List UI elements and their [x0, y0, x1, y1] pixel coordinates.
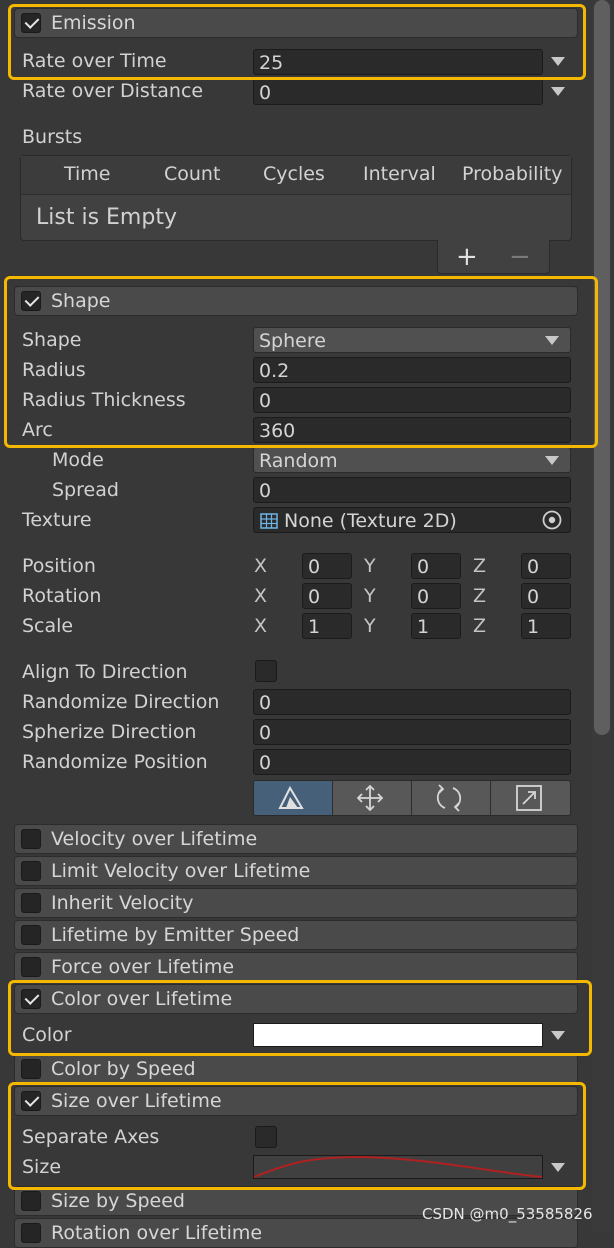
align-to-direction-checkbox[interactable]: [255, 660, 277, 682]
inherit-velocity-header[interactable]: Inherit Velocity: [14, 888, 578, 918]
rotation-y-field[interactable]: 0: [411, 583, 461, 609]
bursts-empty-text: List is Empty: [36, 205, 177, 230]
color-by-speed-title: Color by Speed: [51, 1058, 196, 1080]
limit-velocity-over-lifetime-checkbox[interactable]: [21, 861, 41, 881]
force-over-lifetime-checkbox[interactable]: [21, 957, 41, 977]
bursts-column-probability: Probability: [462, 163, 563, 185]
position-y-field[interactable]: 0: [411, 553, 461, 579]
position-x-axis-label: X: [254, 555, 268, 577]
size-by-speed-title: Size by Speed: [51, 1190, 185, 1212]
align-to-direction-label: Align To Direction: [22, 661, 188, 683]
bursts-label: Bursts: [22, 126, 83, 148]
scale-z-field[interactable]: 1: [521, 613, 571, 639]
arc-mode-chevron-down-icon: [545, 456, 559, 465]
size-over-lifetime-highlight-box: [8, 1082, 586, 1190]
lifetime-by-emitter-speed-checkbox[interactable]: [21, 925, 41, 945]
position-label: Position: [22, 555, 96, 577]
scale-x-field[interactable]: 1: [302, 613, 352, 639]
velocity-over-lifetime-checkbox[interactable]: [21, 829, 41, 849]
force-over-lifetime-header[interactable]: Force over Lifetime: [14, 952, 578, 982]
rotation-over-lifetime-title: Rotation over Lifetime: [51, 1222, 263, 1244]
bursts-remove-icon[interactable]: −: [509, 242, 531, 272]
rotation-x-field[interactable]: 0: [302, 583, 352, 609]
arc-mode-dropdown[interactable]: Random: [253, 447, 571, 473]
color-by-speed-header[interactable]: Color by Speed: [14, 1054, 578, 1084]
rotation-z-axis-label: Z: [473, 585, 487, 607]
bursts-footer: [437, 240, 550, 274]
scale-label: Scale: [22, 615, 74, 637]
lifetime-by-emitter-speed-header[interactable]: Lifetime by Emitter Speed: [14, 920, 578, 950]
color-over-lifetime-highlight-box: [8, 980, 592, 1056]
object-picker-icon[interactable]: [540, 509, 564, 531]
bursts-add-icon[interactable]: +: [456, 242, 478, 272]
position-y-axis-label: Y: [364, 555, 376, 577]
rotation-label: Rotation: [22, 585, 102, 607]
arc-spread-label: Spread: [52, 479, 119, 501]
scale-z-axis-label: Z: [473, 615, 487, 637]
rotate-arrows-icon: [436, 784, 462, 812]
scale-y-field[interactable]: 1: [411, 613, 461, 639]
velocity-over-lifetime-header[interactable]: Velocity over Lifetime: [14, 824, 578, 854]
scale-x-axis-label: X: [254, 615, 268, 637]
randomize-direction-field[interactable]: 0: [253, 689, 571, 715]
texture-object-field[interactable]: None (Texture 2D): [253, 507, 571, 533]
edit-shape-icon: [278, 785, 304, 809]
scale-y-axis-label: Y: [364, 615, 376, 637]
texture-2d-icon: [260, 513, 278, 529]
limit-velocity-over-lifetime-title: Limit Velocity over Lifetime: [51, 860, 311, 882]
randomize-position-label: Randomize Position: [22, 751, 208, 773]
size-by-speed-checkbox[interactable]: [21, 1191, 41, 1211]
emission-highlight-box: [8, 4, 586, 80]
texture-label: Texture: [22, 509, 92, 531]
randomize-direction-label: Randomize Direction: [22, 691, 220, 713]
rotation-x-axis-label: X: [254, 585, 268, 607]
inherit-velocity-title: Inherit Velocity: [51, 892, 194, 914]
rotation-y-axis-label: Y: [364, 585, 376, 607]
spherize-direction-field[interactable]: 0: [253, 719, 571, 745]
rate-over-distance-curve-dropdown-icon[interactable]: [551, 87, 565, 96]
arc-spread-field[interactable]: 0: [253, 477, 571, 503]
rate-over-distance-label: Rate over Distance: [22, 80, 204, 102]
position-z-field[interactable]: 0: [521, 553, 571, 579]
bursts-column-time: Time: [64, 163, 111, 185]
bursts-column-cycles: Cycles: [263, 163, 325, 185]
move-arrows-icon: [356, 784, 384, 812]
rotation-over-lifetime-checkbox[interactable]: [21, 1223, 41, 1243]
position-z-axis-label: Z: [473, 555, 487, 577]
position-x-field[interactable]: 0: [302, 553, 352, 579]
limit-velocity-over-lifetime-header[interactable]: Limit Velocity over Lifetime: [14, 856, 578, 886]
spherize-direction-label: Spherize Direction: [22, 721, 197, 743]
inherit-velocity-checkbox[interactable]: [21, 893, 41, 913]
shape-highlight-box: [4, 276, 598, 448]
bursts-column-interval: Interval: [363, 163, 436, 185]
velocity-over-lifetime-title: Velocity over Lifetime: [51, 828, 258, 850]
color-by-speed-checkbox[interactable]: [21, 1059, 41, 1079]
lifetime-by-emitter-speed-title: Lifetime by Emitter Speed: [51, 924, 300, 946]
force-over-lifetime-title: Force over Lifetime: [51, 956, 235, 978]
rate-over-distance-field[interactable]: 0: [253, 79, 543, 105]
rotation-z-field[interactable]: 0: [521, 583, 571, 609]
randomize-position-field[interactable]: 0: [253, 749, 571, 775]
bursts-column-count: Count: [164, 163, 221, 185]
scale-arrow-icon: [516, 785, 542, 811]
watermark-text: CSDN @m0_53585826: [422, 1205, 593, 1223]
arc-mode-label: Mode: [52, 449, 104, 471]
